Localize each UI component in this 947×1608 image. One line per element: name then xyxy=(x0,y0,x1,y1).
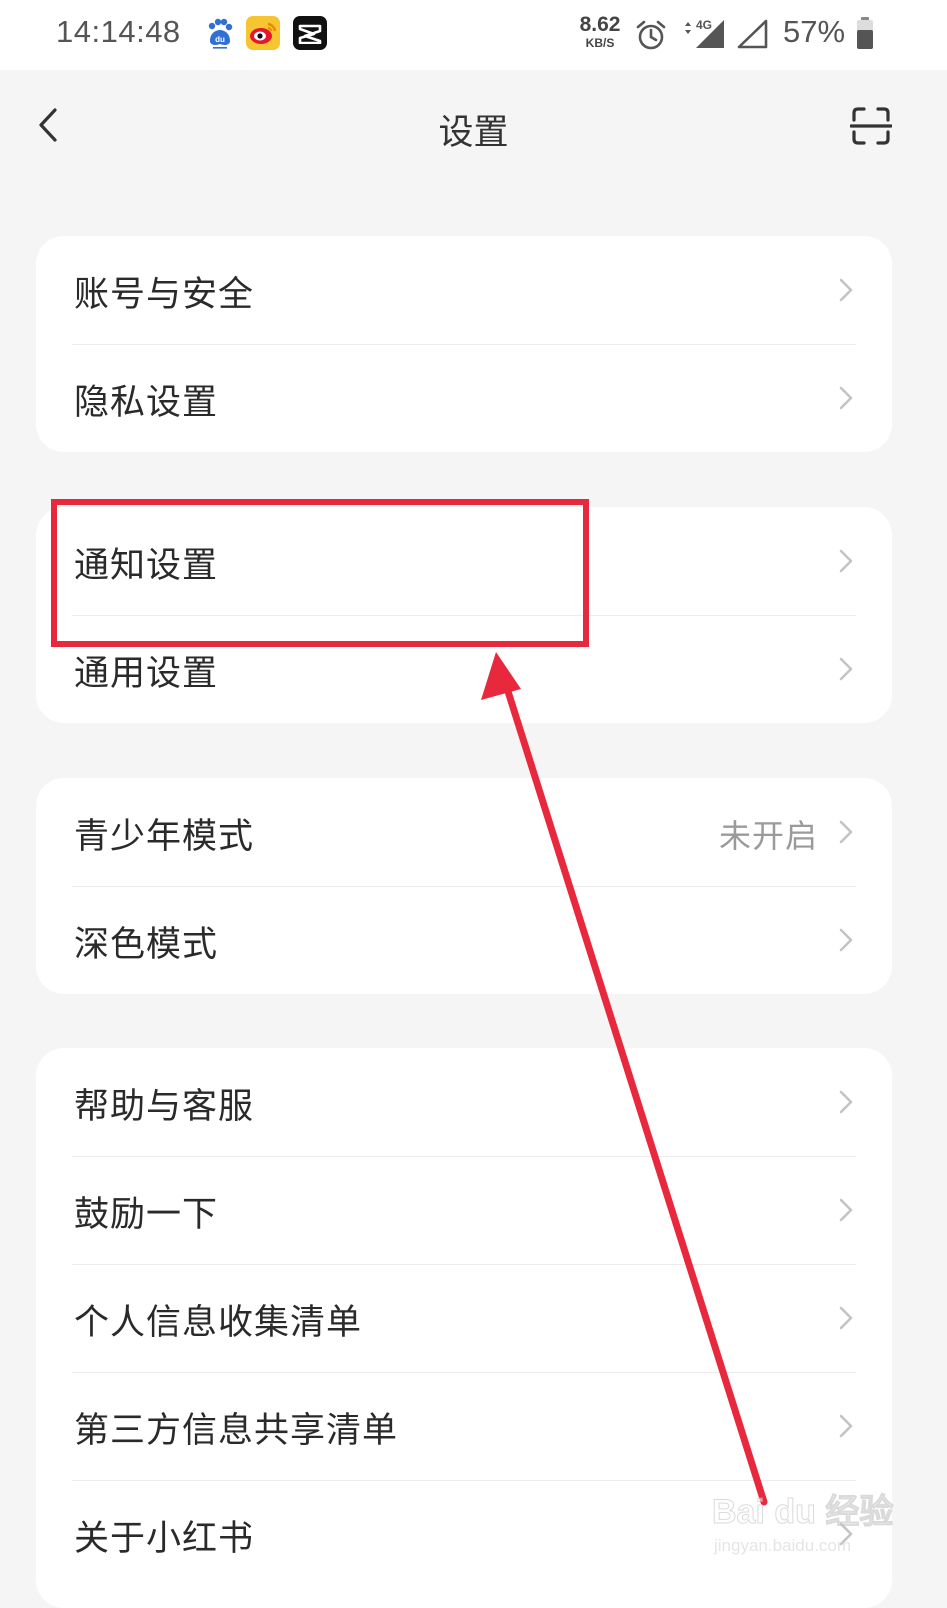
settings-item-label: 隐私设置 xyxy=(74,383,219,423)
page-title: 设置 xyxy=(438,113,509,153)
settings-item-label: 帮助与客服 xyxy=(74,1087,255,1127)
settings-item-label: 通知设置 xyxy=(74,546,219,586)
settings-group-account: 账号与安全 隐私设置 xyxy=(36,236,892,452)
battery-percent: 57% xyxy=(783,14,846,49)
settings-group-about: 帮助与客服 鼓励一下 个人信息收集清单 第三方信息共享清单 关于小红书 xyxy=(36,1048,892,1608)
settings-item-about[interactable]: 关于小红书 xyxy=(36,1480,892,1588)
status-time: 14:14:48 xyxy=(56,14,181,49)
settings-group-general: 通知设置 通用设置 xyxy=(36,507,892,723)
navigation-bar: 设置 xyxy=(0,70,947,180)
settings-item-label: 账号与安全 xyxy=(74,275,255,315)
settings-item-label: 个人信息收集清单 xyxy=(74,1303,363,1343)
settings-item-teen-mode[interactable]: 青少年模式 未开启 xyxy=(36,778,892,886)
chevron-right-icon xyxy=(838,1197,854,1227)
network-type: 4G xyxy=(696,18,712,32)
svg-text:du: du xyxy=(215,35,225,44)
chevron-right-icon xyxy=(838,548,854,578)
chevron-right-icon xyxy=(838,656,854,686)
chevron-right-icon xyxy=(838,1089,854,1119)
settings-group-modes: 青少年模式 未开启 深色模式 xyxy=(36,778,892,994)
settings-item-label: 第三方信息共享清单 xyxy=(74,1411,399,1451)
settings-item-help[interactable]: 帮助与客服 xyxy=(36,1048,892,1156)
chevron-right-icon xyxy=(838,1305,854,1335)
baidu-icon: du xyxy=(203,16,237,50)
settings-item-label: 深色模式 xyxy=(74,925,219,965)
signal-2-icon xyxy=(736,18,770,54)
chevron-right-icon xyxy=(838,1413,854,1443)
settings-item-label: 鼓励一下 xyxy=(74,1195,219,1235)
settings-item-label: 关于小红书 xyxy=(74,1519,255,1559)
scan-icon[interactable] xyxy=(849,106,893,150)
settings-item-privacy[interactable]: 隐私设置 xyxy=(36,344,892,452)
status-bar: 14:14:48 du 8.62 KB/S 4G 57% xyxy=(0,0,947,70)
settings-item-notification[interactable]: 通知设置 xyxy=(36,507,892,615)
settings-item-dark-mode[interactable]: 深色模式 xyxy=(36,886,892,994)
signal-4g-icon: 4G xyxy=(680,16,728,56)
teen-mode-status: 未开启 xyxy=(718,817,818,855)
chevron-right-icon xyxy=(838,277,854,307)
battery-icon xyxy=(856,16,874,54)
settings-item-personal-info-list[interactable]: 个人信息收集清单 xyxy=(36,1264,892,1372)
alarm-icon xyxy=(634,18,668,56)
settings-item-encourage[interactable]: 鼓励一下 xyxy=(36,1156,892,1264)
chevron-right-icon xyxy=(838,1521,854,1551)
settings-item-account-security[interactable]: 账号与安全 xyxy=(36,236,892,344)
settings-item-general[interactable]: 通用设置 xyxy=(36,615,892,723)
settings-item-third-party-list[interactable]: 第三方信息共享清单 xyxy=(36,1372,892,1480)
network-speed-unit: KB/S xyxy=(585,36,615,50)
network-speed: 8.62 KB/S xyxy=(576,14,624,49)
settings-item-label: 通用设置 xyxy=(74,654,219,694)
chevron-right-icon xyxy=(838,927,854,957)
weibo-icon xyxy=(246,16,280,50)
chevron-right-icon xyxy=(838,819,854,849)
capcut-icon xyxy=(293,16,327,50)
network-speed-value: 8.62 xyxy=(579,13,621,36)
chevron-right-icon xyxy=(838,385,854,415)
settings-item-label: 青少年模式 xyxy=(74,817,255,857)
